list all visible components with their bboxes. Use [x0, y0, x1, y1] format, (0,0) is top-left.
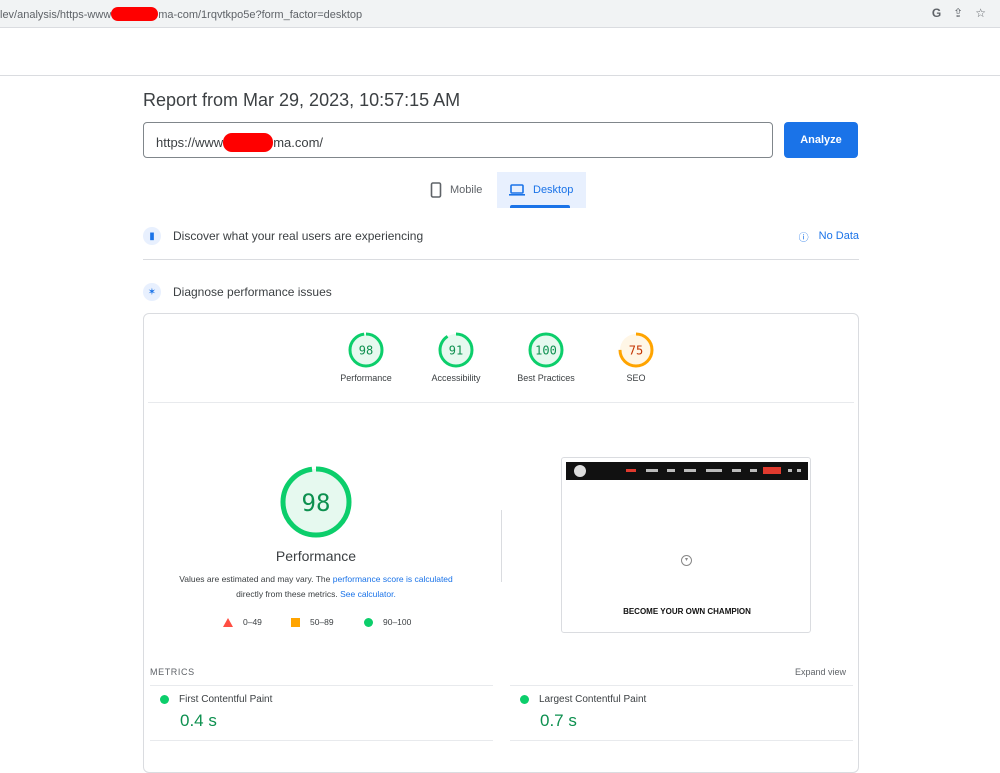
field-data-section: ▮ Discover what your real users are expe…: [143, 227, 859, 245]
users-chart-icon: ▮: [143, 227, 161, 245]
nav-item: [667, 469, 675, 472]
lab-data-label: Diagnose performance issues: [173, 285, 332, 299]
good-status-icon: [160, 695, 169, 704]
performance-title: Performance: [275, 548, 357, 564]
field-data-label: Discover what your real users are experi…: [173, 229, 424, 243]
triangle-icon: [223, 617, 233, 627]
score-gauge-seo[interactable]: 75 SEO: [591, 331, 681, 383]
performance-big-gauge: 98: [280, 466, 352, 538]
screenshot-navbar: [566, 462, 808, 480]
redaction-mark: [111, 7, 159, 21]
nav-item: [626, 469, 636, 472]
nav-item: [750, 469, 757, 472]
metric-divider: [510, 685, 853, 686]
expand-view-button[interactable]: Expand view: [795, 667, 846, 677]
screenshot-caption: BECOME YOUR OWN CHAMPION: [623, 607, 751, 616]
url-input-prefix: https://www: [156, 135, 224, 150]
diagnose-icon: ✶: [143, 283, 161, 301]
metric-divider: [510, 740, 853, 741]
metric-lcp: Largest Contentful Paint 0.7 s: [520, 694, 646, 731]
performance-score-link[interactable]: performance score is calculated: [333, 574, 453, 584]
metrics-heading: METRICS: [150, 667, 195, 677]
nav-item: [684, 469, 696, 472]
site-logo: [574, 465, 586, 477]
gauge-label: Accessibility: [431, 373, 481, 383]
gauge-ring: 98: [348, 332, 384, 368]
no-data-label: No Data: [818, 230, 859, 242]
analyze-button[interactable]: Analyze: [784, 122, 858, 158]
url-text[interactable]: lev/analysis/https-www ma-com/1rqvtkpo5e?…: [0, 7, 362, 21]
legend-range: 50–89: [310, 617, 334, 627]
legend-poor: 0–49: [223, 617, 262, 627]
url-input-suffix: ma.com/: [273, 135, 324, 150]
nav-cta-button: [763, 467, 781, 474]
legend-range: 90–100: [383, 617, 412, 627]
gauge-value: 98: [359, 344, 373, 358]
url-prefix: lev/analysis/https-www: [0, 9, 112, 21]
metric-fcp: First Contentful Paint 0.4 s: [160, 694, 272, 731]
performance-note: Values are estimated and may vary. The p…: [166, 572, 466, 602]
legend-good: 90–100: [364, 617, 411, 627]
section-divider: [143, 259, 859, 260]
redaction-mark: [223, 133, 274, 152]
tab-desktop-label: Desktop: [533, 184, 574, 196]
metric-value: 0.7 s: [540, 711, 577, 730]
google-icon[interactable]: G: [932, 6, 941, 20]
bookmark-star-icon[interactable]: ☆: [975, 6, 986, 20]
performance-score: 98: [302, 489, 331, 517]
note-text-2: directly from these metrics.: [236, 589, 338, 599]
laptop-icon: [509, 184, 525, 196]
browser-url-bar[interactable]: lev/analysis/https-www ma-com/1rqvtkpo5e?…: [0, 0, 1000, 28]
circle-icon: [364, 617, 373, 627]
tab-mobile-label: Mobile: [450, 184, 483, 196]
play-icon: ▾: [681, 555, 692, 566]
gauge-value: 100: [535, 344, 557, 358]
metric-name: Largest Contentful Paint: [539, 694, 647, 705]
tab-desktop[interactable]: Desktop: [497, 172, 586, 208]
gauge-value: 75: [629, 344, 643, 358]
no-data-status[interactable]: ⓘ No Data: [799, 229, 859, 244]
tab-mobile[interactable]: Mobile: [418, 172, 494, 208]
nav-item: [706, 469, 722, 472]
gauge-label: Best Practices: [517, 373, 575, 383]
metric-divider: [150, 740, 493, 741]
gauge-value: 91: [449, 344, 463, 358]
vertical-divider: [501, 510, 502, 582]
metric-value: 0.4 s: [180, 711, 217, 730]
nav-item: [732, 469, 741, 472]
legend-range: 0–49: [243, 617, 262, 627]
gauge-ring: 91: [438, 332, 474, 368]
share-icon[interactable]: ⇪: [953, 6, 963, 20]
gauge-label: SEO: [626, 373, 646, 383]
nav-item: [646, 469, 658, 472]
gauge-ring: 100: [528, 332, 564, 368]
see-calculator-link[interactable]: See calculator.: [340, 589, 396, 599]
panel-divider: [148, 402, 854, 403]
metric-divider: [150, 685, 493, 686]
metric-name: First Contentful Paint: [179, 694, 273, 705]
legend-average: 50–89: [291, 617, 334, 627]
smartphone-icon: [430, 182, 442, 198]
score-gauge-performance[interactable]: 98 Performance: [321, 331, 411, 383]
gauge-label: Performance: [340, 373, 392, 383]
square-icon: [291, 617, 300, 627]
lab-data-section: ✶ Diagnose performance issues: [143, 283, 859, 301]
active-tab-indicator: [510, 205, 570, 208]
nav-item: [797, 469, 801, 472]
page-screenshot: ▾ BECOME YOUR OWN CHAMPION: [561, 457, 811, 633]
info-icon: ⓘ: [798, 232, 809, 244]
nav-item: [788, 469, 792, 472]
score-gauge-accessibility[interactable]: 91 Accessibility: [411, 331, 501, 383]
url-suffix: ma-com/1rqvtkpo5e?form_factor=desktop: [158, 9, 363, 21]
url-input[interactable]: https://www ma.com/: [143, 122, 773, 158]
report-title: Report from Mar 29, 2023, 10:57:15 AM: [143, 90, 461, 110]
good-status-icon: [520, 695, 529, 704]
page-header-bar: [0, 28, 1000, 76]
note-text-1: Values are estimated and may vary. The: [179, 574, 331, 584]
score-gauge-best-practices[interactable]: 100 Best Practices: [501, 331, 591, 383]
gauge-ring: 75: [618, 332, 654, 368]
